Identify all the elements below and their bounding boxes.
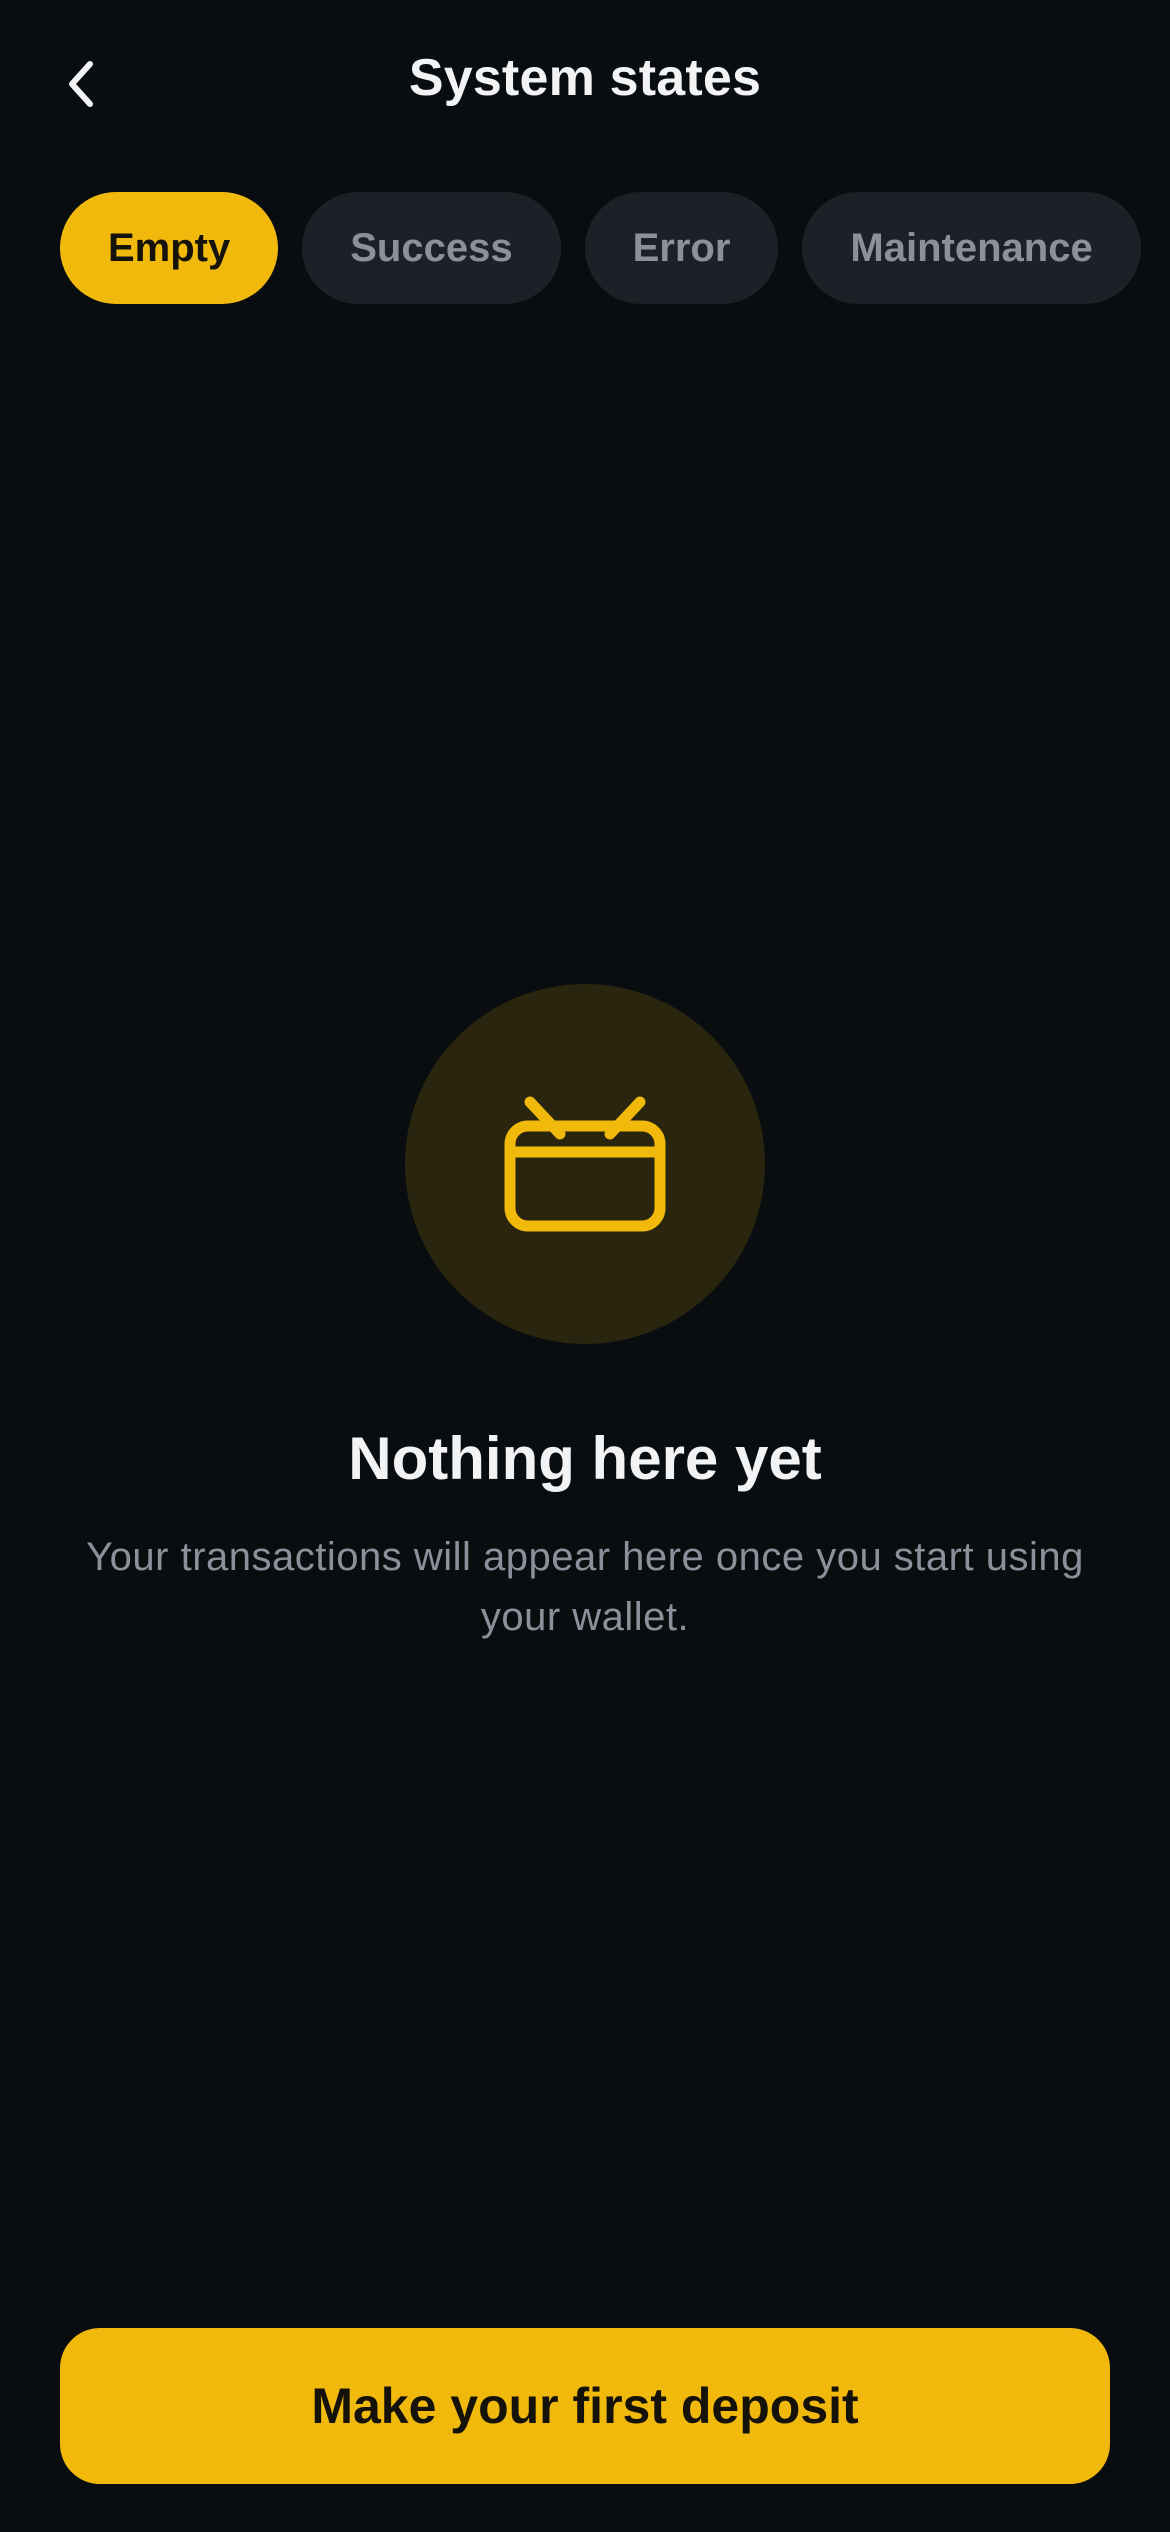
empty-state-title: Nothing here yet <box>348 1425 822 1492</box>
first-deposit-button[interactable]: Make your first deposit <box>60 2328 1110 2484</box>
tab-error[interactable]: Error <box>584 192 779 304</box>
tab-success[interactable]: Success <box>302 192 561 304</box>
page-title: System states <box>408 49 762 107</box>
tab-empty[interactable]: Empty <box>60 192 279 304</box>
empty-state-icon-circle <box>405 984 765 1344</box>
header: System states <box>0 0 1170 168</box>
wallet-icon <box>504 1096 666 1232</box>
tab-maintenance[interactable]: Maintenance <box>802 192 1141 304</box>
empty-state-description: Your transactions will appear here once … <box>86 1535 1084 1639</box>
empty-state: Nothing here yet Your transactions will … <box>0 984 1170 1647</box>
system-states-screen: System states Empty Success Error Mainte… <box>0 0 1170 2532</box>
state-tabs: Empty Success Error Maintenance <box>60 192 1141 304</box>
